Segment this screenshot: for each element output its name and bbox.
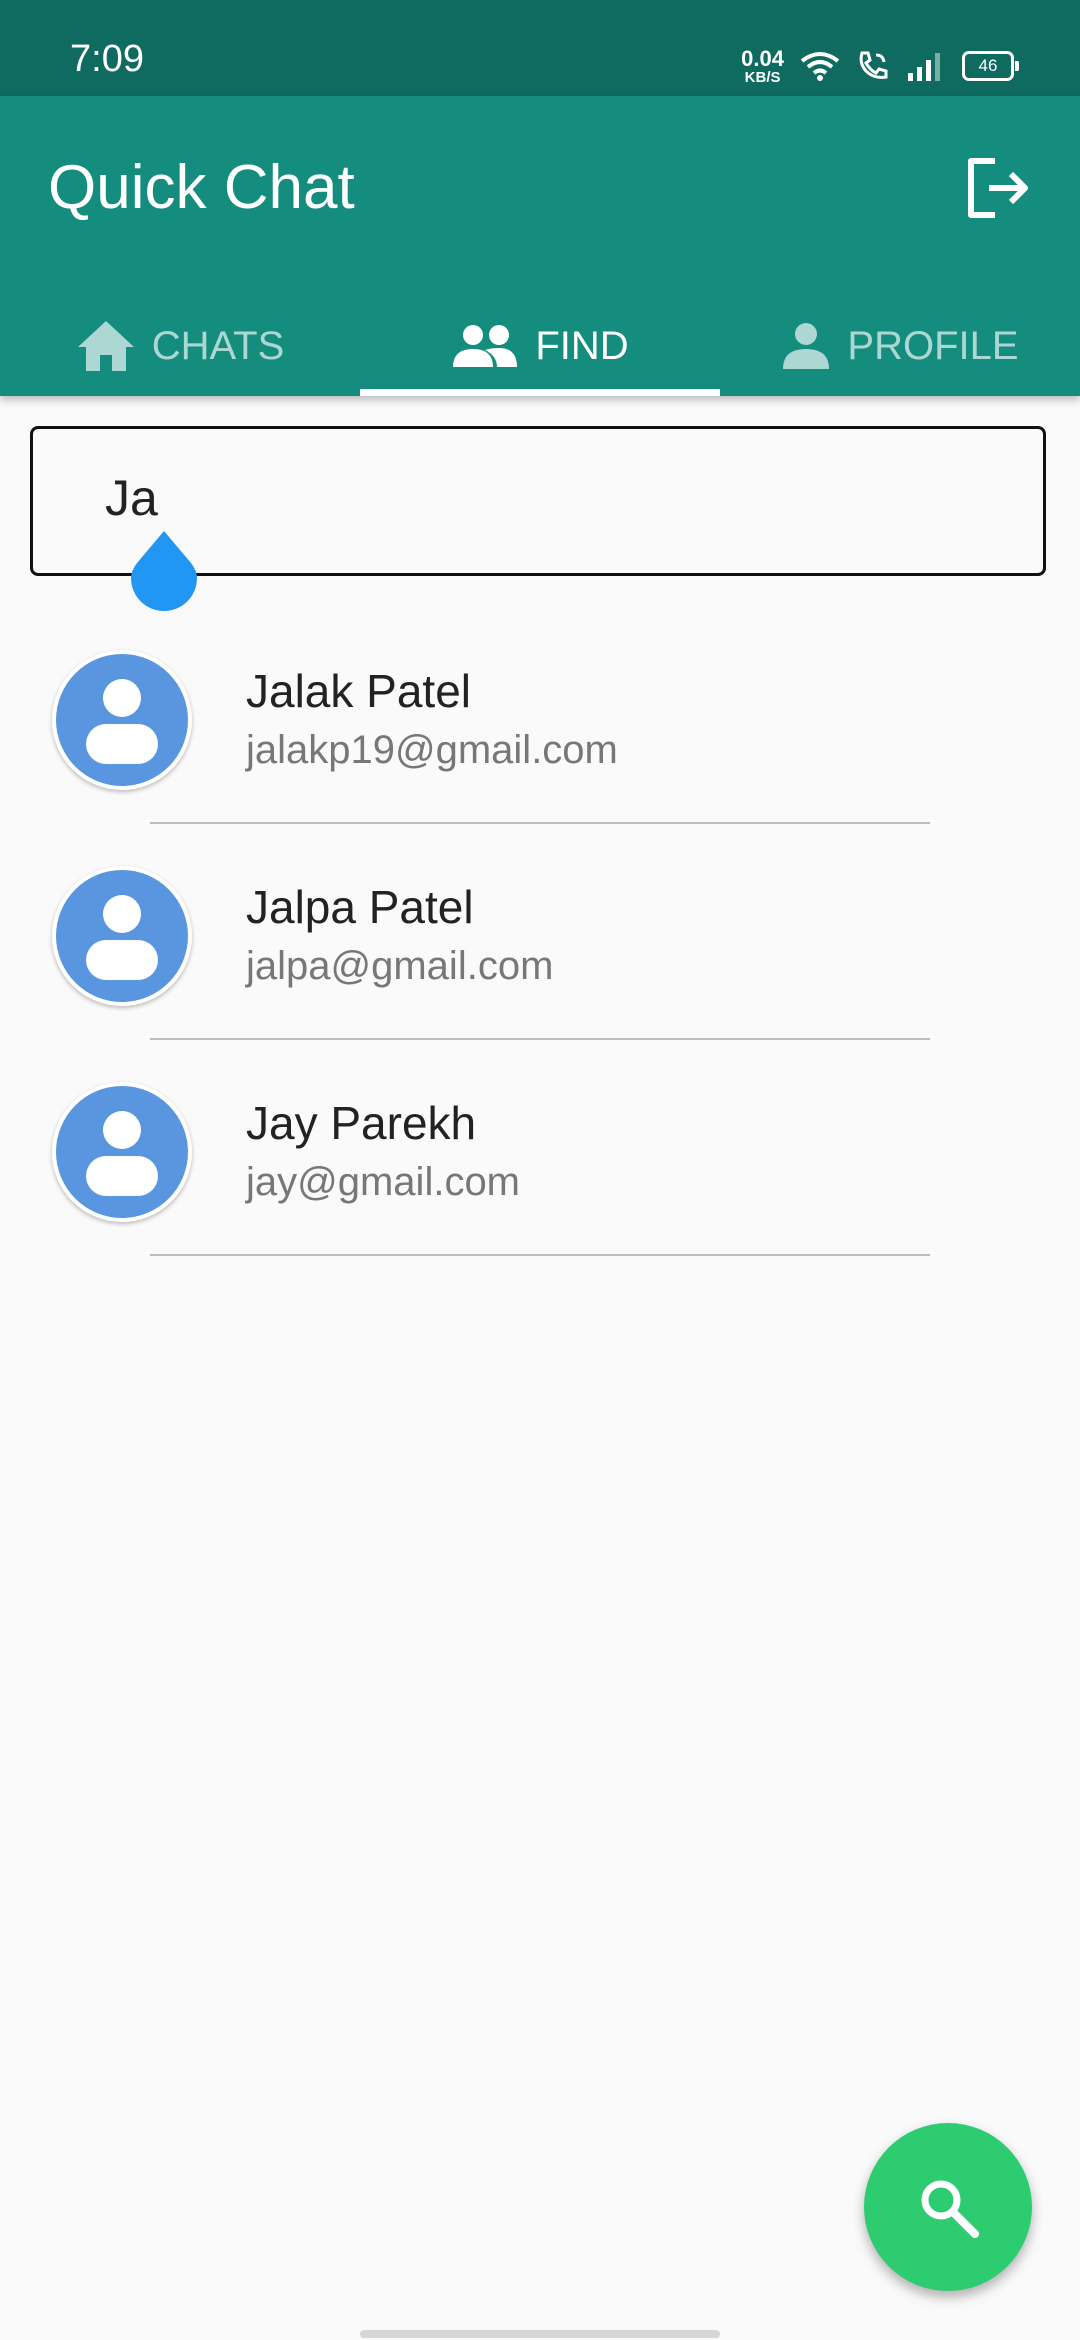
tab-profile-label: PROFILE	[847, 323, 1019, 368]
status-icons: 0.04 KB/S 46	[741, 44, 1019, 88]
tab-find-label: FIND	[535, 323, 629, 368]
wifi-calling-icon	[859, 51, 888, 79]
home-indicator[interactable]	[360, 2330, 720, 2338]
network-speed-unit: KB/S	[744, 68, 781, 86]
people-icon	[453, 325, 518, 367]
app-bar: Quick Chat CHATS FIND PROFILE	[0, 96, 1080, 396]
network-speed: 0.04 KB/S	[741, 45, 784, 86]
user-avatar-icon	[56, 870, 188, 1002]
divider	[150, 822, 930, 824]
tab-profile[interactable]: PROFILE	[720, 296, 1080, 396]
avatar	[52, 1082, 192, 1222]
contact-email: jalpa@gmail.com	[246, 944, 554, 988]
network-speed-value: 0.04	[741, 45, 784, 71]
contact-name: Jalak Patel	[246, 665, 472, 717]
contact-email: jalakp19@gmail.com	[246, 728, 618, 772]
text-cursor-handle[interactable]	[131, 529, 197, 611]
battery-icon: 46	[962, 51, 1019, 81]
logout-icon	[968, 158, 1028, 218]
avatar	[52, 866, 192, 1006]
search-fab-button[interactable]	[864, 2123, 1032, 2291]
logout-button[interactable]	[958, 148, 1038, 228]
list-item[interactable]: Jay Parekh jay@gmail.com	[0, 1044, 1080, 1260]
tab-chats-label: CHATS	[151, 323, 285, 368]
search-results-list: Jalak Patel jalakp19@gmail.com Jalpa Pat…	[0, 612, 1080, 1260]
app-title: Quick Chat	[48, 153, 355, 222]
user-avatar-icon	[56, 654, 188, 786]
list-item[interactable]: Jalak Patel jalakp19@gmail.com	[0, 612, 1080, 828]
tab-bar: CHATS FIND PROFILE	[0, 296, 1080, 396]
tab-find[interactable]: FIND	[360, 296, 720, 396]
status-time: 7:09	[70, 38, 144, 80]
contact-name: Jay Parekh	[246, 1097, 477, 1149]
contact-name: Jalpa Patel	[246, 881, 474, 933]
contact-email: jay@gmail.com	[246, 1160, 521, 1204]
user-avatar-icon	[56, 1086, 188, 1218]
battery-level: 46	[978, 56, 998, 75]
home-icon	[77, 321, 134, 371]
status-bar: 7:09 0.04 KB/S 46	[0, 0, 1080, 96]
list-item[interactable]: Jalpa Patel jalpa@gmail.com	[0, 828, 1080, 1044]
tab-chats[interactable]: CHATS	[0, 296, 360, 396]
signal-icon	[908, 53, 940, 81]
search-icon	[921, 2180, 979, 2238]
avatar	[52, 650, 192, 790]
search-input-value: Ja	[105, 470, 158, 526]
divider	[150, 1254, 930, 1256]
person-icon	[783, 323, 830, 369]
divider	[150, 1038, 930, 1040]
wifi-icon	[800, 52, 840, 81]
